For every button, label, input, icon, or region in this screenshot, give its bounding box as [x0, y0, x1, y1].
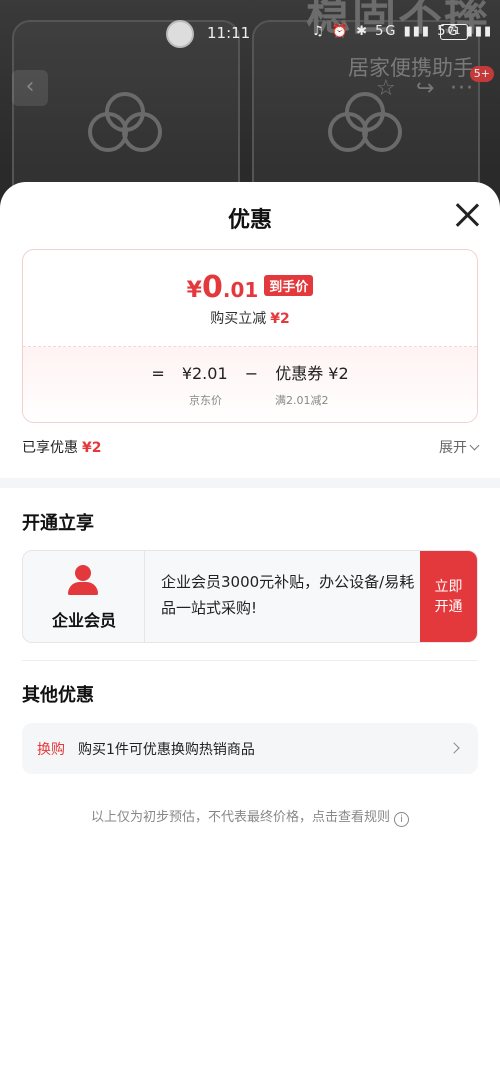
enterprise-member-card[interactable]: 企业会员 企业会员3000元补贴，办公设备/易耗品一站式采购! 立即 开通	[22, 550, 478, 643]
exchange-offer-row[interactable]: 换购 购买1件可优惠换购热销商品	[22, 723, 478, 774]
info-icon[interactable]: i	[394, 812, 409, 827]
final-price-tag: 到手价	[264, 275, 314, 296]
other-discounts-title: 其他优惠	[22, 685, 94, 706]
final-price: ¥0.01 到手价	[23, 270, 477, 305]
expand-label: 展开	[439, 440, 467, 456]
section-divider	[0, 478, 500, 488]
price-decimal: .01	[222, 278, 259, 302]
enjoyed-discount-row: 已享优惠 ¥2 展开	[22, 437, 480, 461]
enjoyed-value: ¥2	[82, 440, 102, 456]
status-bar: 11:11 ♫ ⏰ ✱ 5G ▮▮▮ 5G ▮▮▮ 71	[0, 0, 500, 70]
share-icon[interactable]: ↪	[416, 76, 434, 101]
enjoyed-label: 已享优惠	[22, 440, 78, 456]
base-price: ¥2.01	[181, 364, 228, 383]
close-icon[interactable]	[452, 200, 482, 230]
price-integer: 0	[201, 270, 223, 305]
sheet-title: 优惠	[227, 208, 272, 233]
person-icon	[68, 565, 98, 595]
rules-note-text: 以上仅为初步预估，不代表最终价格，点击查看规则	[90, 810, 390, 825]
clover-logo	[328, 92, 402, 166]
open-now-button[interactable]: 立即 开通	[420, 551, 477, 642]
open-benefit-title: 开通立享	[22, 513, 94, 534]
price-calculation: = ¥2.01 − 优惠券 ¥2	[23, 360, 477, 384]
more-icon[interactable]: ···	[450, 76, 474, 101]
expand-button[interactable]: 展开	[439, 437, 480, 457]
back-arrow-icon[interactable]: ‹	[12, 70, 48, 106]
price-card: ¥0.01 到手价 购买立减 ¥2 = ¥2.01 − 优惠券 ¥2 京东价 满2.…	[22, 249, 478, 423]
exchange-tag: 换购	[37, 742, 65, 758]
discount-sheet: 优惠 ¥0.01 到手价 购买立减 ¥2 = ¥2.01 − 优惠券 ¥2 京东价 …	[0, 182, 500, 1085]
minus-sign: −	[244, 364, 259, 383]
exchange-text: 购买1件可优惠换购热销商品	[78, 742, 255, 758]
coupon-condition: 满2.01减2	[275, 394, 329, 407]
rules-note[interactable]: 以上仅为初步预估，不代表最终价格，点击查看规则 i	[0, 806, 500, 827]
instant-reduction: 购买立减 ¥2	[23, 308, 477, 328]
equals-sign: =	[151, 364, 165, 383]
star-icon[interactable]: ☆	[376, 76, 396, 101]
member-name: 企业会员	[51, 611, 116, 630]
member-badge: 企业会员	[23, 551, 145, 642]
open-button-line2: 开通	[434, 599, 463, 615]
member-description: 企业会员3000元补贴，办公设备/易耗品一站式采购!	[161, 573, 415, 617]
divider-line	[22, 660, 478, 661]
chevron-down-icon	[469, 440, 480, 451]
coupon-amount: 优惠券 ¥2	[275, 364, 349, 383]
open-button-line1: 立即	[434, 579, 463, 595]
app-notification-icon	[166, 20, 194, 48]
clover-logo	[88, 92, 162, 166]
base-price-label: 京东价	[189, 394, 222, 407]
reduction-label: 购买立减	[210, 311, 267, 327]
price-currency: ¥	[186, 278, 202, 303]
chevron-right-icon	[448, 742, 460, 754]
price-breakdown-area	[23, 346, 477, 422]
reduction-value: ¥2	[270, 311, 290, 327]
status-time: 11:11	[207, 24, 251, 42]
battery-icon: 71	[440, 24, 468, 40]
